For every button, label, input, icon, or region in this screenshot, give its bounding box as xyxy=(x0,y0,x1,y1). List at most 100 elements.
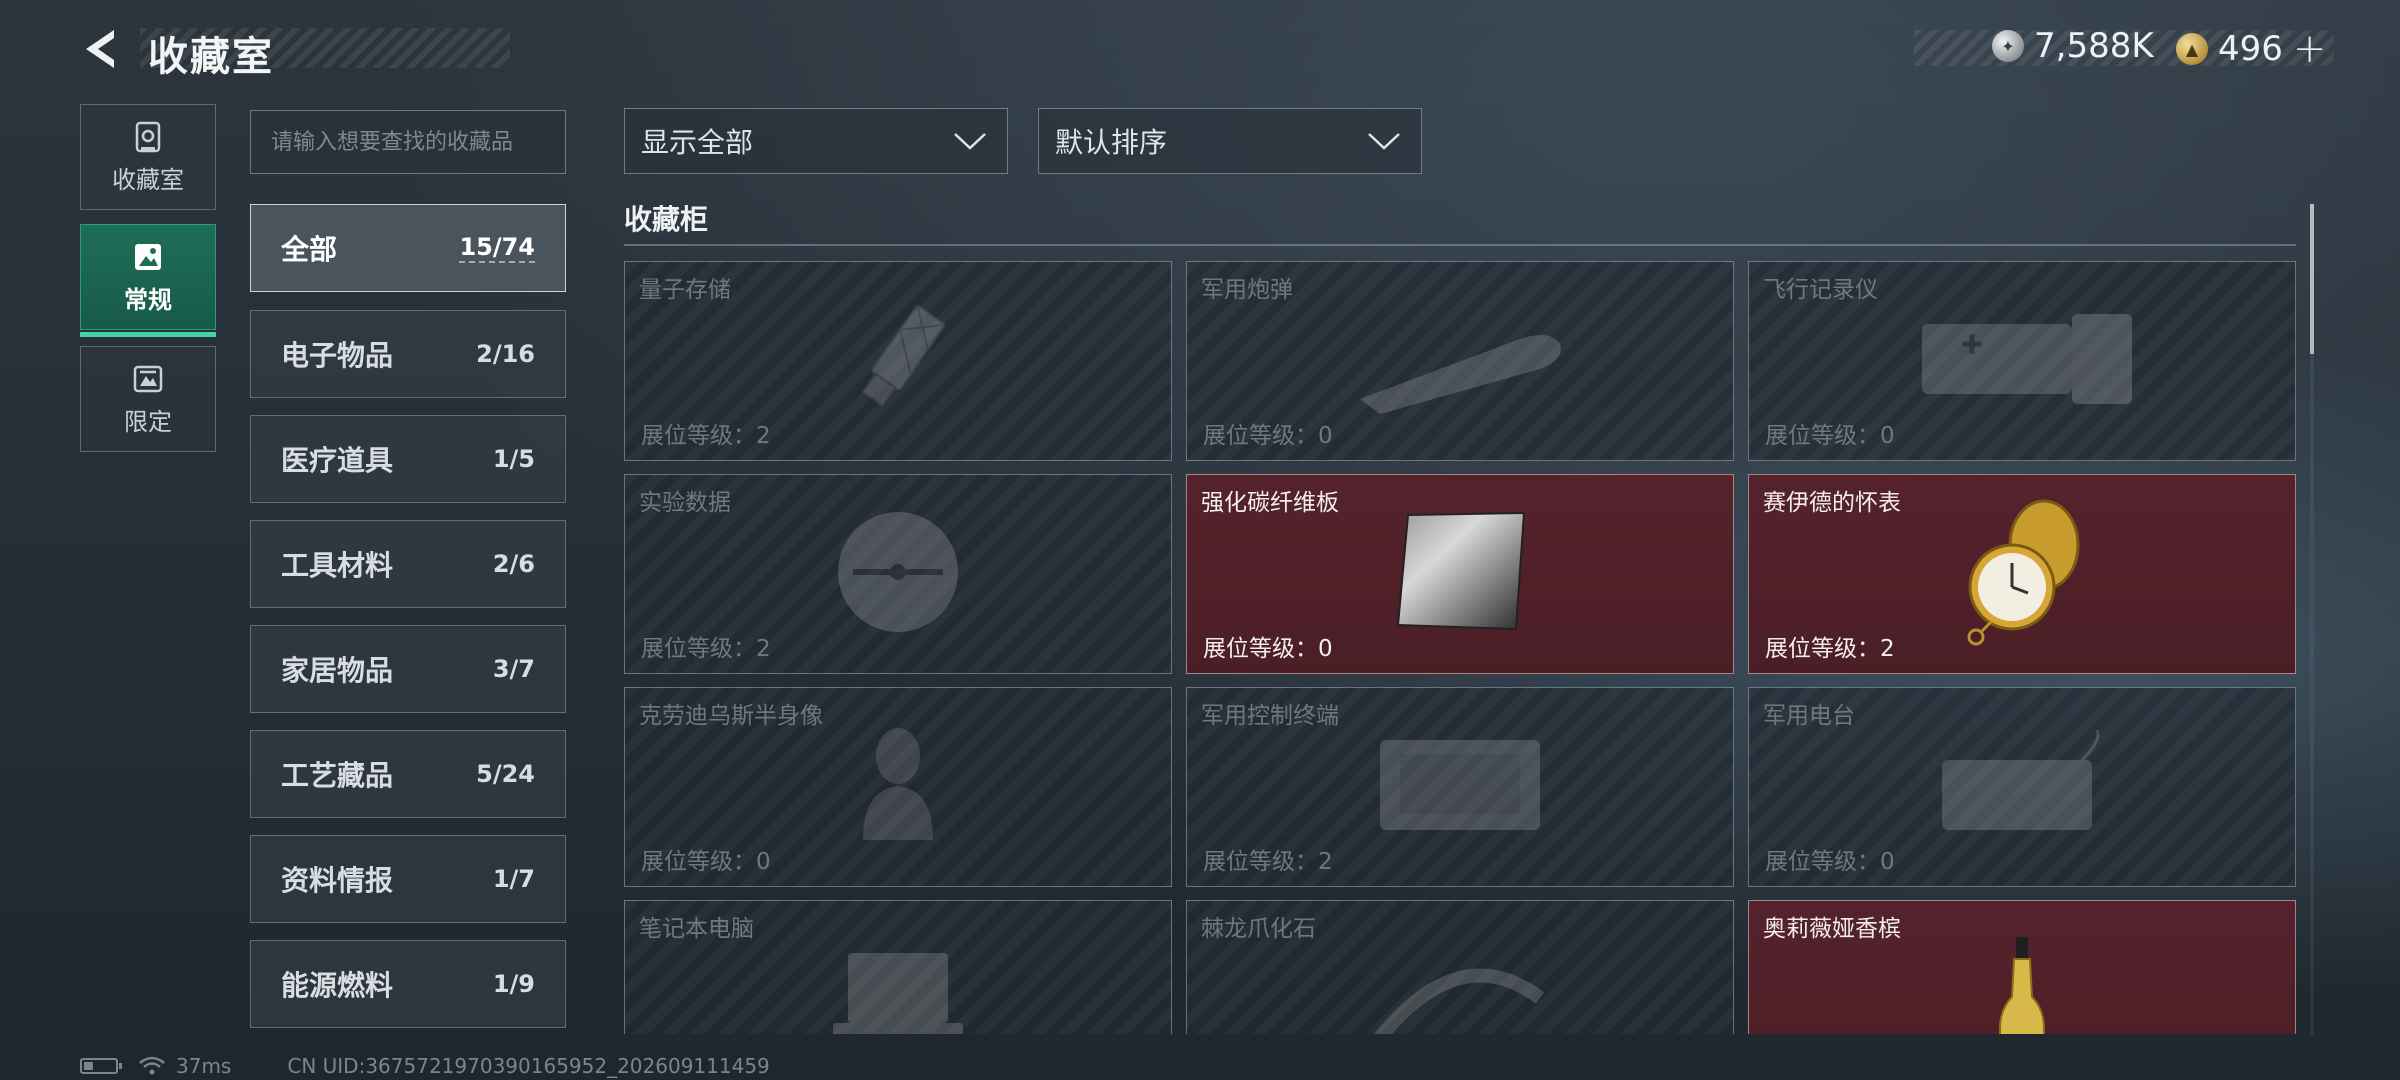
usb-drive-icon xyxy=(828,294,968,428)
category-count: 1/9 xyxy=(492,970,535,998)
category-crafts[interactable]: 工艺藏品 5/24 xyxy=(250,730,566,818)
collection-card[interactable]: 强化碳纤维板 展位等级：0 xyxy=(1186,474,1734,674)
item-level: 展位等级：2 xyxy=(1203,849,1333,875)
item-level: 展位等级：0 xyxy=(1203,423,1333,449)
collection-card[interactable]: 量子存储 展位等级：2 xyxy=(624,261,1172,461)
item-name: 赛伊德的怀表 xyxy=(1763,490,1901,516)
category-count: 15/74 xyxy=(459,233,535,263)
silver-amount: 7,588K xyxy=(2034,26,2154,66)
category-fuel[interactable]: 能源燃料 1/9 xyxy=(250,940,566,1028)
item-level: 展位等级：0 xyxy=(1203,636,1333,662)
item-name: 棘龙爪化石 xyxy=(1201,916,1316,942)
nav-vault[interactable]: 收藏室 xyxy=(80,104,216,210)
category-count: 5/24 xyxy=(476,760,535,788)
limited-icon xyxy=(133,365,163,392)
gold-amount: 496 xyxy=(2218,29,2283,69)
flight-recorder-icon xyxy=(1902,304,2142,418)
nav-limited[interactable]: 限定 xyxy=(80,346,216,452)
champagne-bottle-icon xyxy=(1992,937,2052,1034)
sort-dropdown[interactable]: 默认排序 xyxy=(1038,108,1422,174)
item-level: 展位等级：2 xyxy=(641,423,771,449)
category-name: 工艺藏品 xyxy=(281,759,394,792)
category-name: 电子物品 xyxy=(281,339,394,372)
collection-card[interactable]: 奥莉薇娅香槟 xyxy=(1748,900,2296,1034)
vault-icon xyxy=(135,121,161,152)
category-intel[interactable]: 资料情报 1/7 xyxy=(250,835,566,923)
scrollbar-thumb[interactable] xyxy=(2310,204,2314,354)
search-box xyxy=(250,110,566,174)
gold-coin-icon: ▲ xyxy=(2176,33,2208,65)
header: 收藏室 ✦ 7,588K ▲ 496 + xyxy=(0,0,2400,100)
picture-icon xyxy=(135,243,161,270)
gold-currency: ▲ 496 + xyxy=(2176,26,2326,72)
category-count: 3/7 xyxy=(492,655,535,683)
silver-currency: ✦ 7,588K xyxy=(1992,26,2154,66)
nav-vault-label: 收藏室 xyxy=(112,165,184,194)
collection-card[interactable]: 军用炮弹 展位等级：0 xyxy=(1186,261,1734,461)
category-household[interactable]: 家居物品 3/7 xyxy=(250,625,566,713)
bust-statue-icon xyxy=(843,720,953,854)
item-name: 奥莉薇娅香槟 xyxy=(1763,916,1901,942)
collection-card[interactable]: 棘龙爪化石 xyxy=(1186,900,1734,1034)
data-disc-icon xyxy=(833,507,963,641)
category-name: 工具材料 xyxy=(281,549,394,582)
item-name: 飞行记录仪 xyxy=(1763,277,1878,303)
collection-card[interactable]: 飞行记录仪 展位等级：0 xyxy=(1748,261,2296,461)
artillery-shell-icon xyxy=(1340,299,1580,423)
chevron-down-icon xyxy=(954,133,986,150)
filter-dropdown[interactable]: 显示全部 xyxy=(624,108,1008,174)
chevron-down-icon xyxy=(1368,133,1400,150)
collection-card[interactable]: 赛伊德的怀表 展位等级：2 xyxy=(1748,474,2296,674)
military-radio-icon xyxy=(1932,729,2112,844)
control-terminal-icon xyxy=(1370,730,1550,844)
item-level: 展位等级：2 xyxy=(1765,636,1895,662)
collection-card[interactable]: 实验数据 展位等级：2 xyxy=(624,474,1172,674)
item-name: 笔记本电脑 xyxy=(639,916,754,942)
collection-grid: 量子存储 展位等级：2 军用炮弹 展位等级：0 飞行记录仪 展位等级：0 实验数… xyxy=(622,258,2298,1034)
wifi-icon xyxy=(139,1056,165,1075)
ping-value: 37ms xyxy=(176,1054,232,1078)
carbon-plate-icon xyxy=(1390,507,1530,641)
nav-regular-label: 常规 xyxy=(124,285,172,314)
category-name: 全部 xyxy=(281,233,338,266)
item-level: 展位等级：0 xyxy=(641,849,771,875)
item-level: 展位等级：2 xyxy=(641,636,771,662)
pocket-watch-icon xyxy=(1952,497,2092,651)
collection-card[interactable]: 笔记本电脑 xyxy=(624,900,1172,1034)
section-title: 收藏柜 xyxy=(624,203,709,236)
item-level: 展位等级：0 xyxy=(1765,423,1895,449)
item-name: 军用炮弹 xyxy=(1201,277,1293,303)
fossil-claw-icon xyxy=(1360,938,1560,1034)
status-bar: 37ms CN UID:3675721970390165952_20260911… xyxy=(80,1054,770,1078)
item-name: 军用控制终端 xyxy=(1201,703,1339,729)
collection-card[interactable]: 克劳迪乌斯半身像 展位等级：0 xyxy=(624,687,1172,887)
nav-limited-label: 限定 xyxy=(124,407,172,436)
category-count: 2/16 xyxy=(476,340,535,368)
back-arrow-icon[interactable] xyxy=(78,26,124,72)
item-level: 展位等级：0 xyxy=(1765,849,1895,875)
category-tools[interactable]: 工具材料 2/6 xyxy=(250,520,566,608)
page-title: 收藏室 xyxy=(148,34,274,80)
category-all[interactable]: 全部 15/74 xyxy=(250,204,566,292)
laptop-icon xyxy=(818,943,978,1034)
category-count: 1/5 xyxy=(492,445,535,473)
collection-card[interactable]: 军用电台 展位等级：0 xyxy=(1748,687,2296,887)
section-divider xyxy=(624,244,2296,246)
category-count: 1/7 xyxy=(492,865,535,893)
item-name: 强化碳纤维板 xyxy=(1201,490,1339,516)
collection-card[interactable]: 军用控制终端 展位等级：2 xyxy=(1186,687,1734,887)
category-name: 医疗道具 xyxy=(281,444,394,477)
item-name: 军用电台 xyxy=(1763,703,1855,729)
uid-text: CN UID:3675721970390165952_202609111459 xyxy=(287,1054,770,1078)
category-name: 能源燃料 xyxy=(281,969,394,1002)
category-medical[interactable]: 医疗道具 1/5 xyxy=(250,415,566,503)
silver-coin-icon: ✦ xyxy=(1992,30,2024,62)
category-electronics[interactable]: 电子物品 2/16 xyxy=(250,310,566,398)
search-input[interactable] xyxy=(271,129,545,155)
category-name: 资料情报 xyxy=(281,864,394,897)
item-name: 克劳迪乌斯半身像 xyxy=(639,703,823,729)
add-currency-button[interactable]: + xyxy=(2293,26,2327,72)
category-count: 2/6 xyxy=(492,550,535,578)
nav-regular[interactable]: 常规 xyxy=(80,224,216,337)
scrollbar[interactable] xyxy=(2310,204,2314,1036)
